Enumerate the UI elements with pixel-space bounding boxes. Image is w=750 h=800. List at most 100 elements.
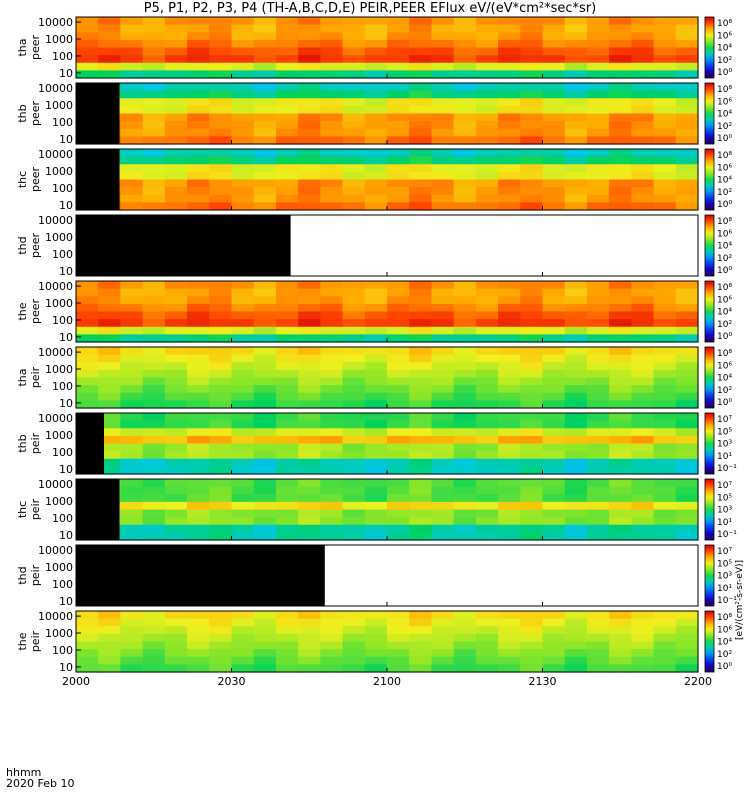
heatmap-cell bbox=[675, 113, 699, 122]
heatmap-cell bbox=[298, 156, 321, 165]
heatmap-cell bbox=[586, 435, 610, 445]
heatmap-cell bbox=[342, 39, 366, 49]
heatmap-cell bbox=[231, 156, 255, 165]
heatmap-cell bbox=[342, 420, 366, 429]
heatmap-cell bbox=[342, 83, 366, 92]
heatmap-cell bbox=[409, 435, 433, 445]
heatmap-cell bbox=[298, 39, 321, 49]
heatmap-cell bbox=[431, 98, 455, 107]
heatmap-cell bbox=[453, 664, 477, 673]
heatmap-cell bbox=[564, 428, 588, 437]
heatmap-cell bbox=[320, 428, 344, 437]
heatmap-cell bbox=[275, 479, 299, 488]
heatmap-cell bbox=[453, 392, 477, 401]
heatmap-cell bbox=[253, 649, 277, 658]
heatmap-cell bbox=[364, 443, 388, 452]
colorbar-tick-label: 10⁷ bbox=[717, 547, 732, 557]
heatmap-cell bbox=[342, 194, 366, 203]
heatmap-cell bbox=[187, 385, 210, 394]
heatmap-cell bbox=[387, 303, 410, 313]
heatmap-cell bbox=[275, 281, 299, 290]
heatmap-cell bbox=[364, 517, 388, 526]
heatmap-cell bbox=[209, 466, 233, 475]
heatmap-cell bbox=[586, 70, 610, 79]
heatmap-cell bbox=[142, 443, 166, 452]
heatmap-cell bbox=[76, 369, 99, 379]
heatmap-cell bbox=[431, 202, 455, 211]
heatmap-cell bbox=[320, 187, 344, 196]
heatmap-cell bbox=[475, 171, 499, 181]
heatmap-cell bbox=[564, 62, 588, 71]
heatmap-cell bbox=[653, 62, 677, 71]
heatmap-cell bbox=[231, 136, 255, 145]
heatmap-cell bbox=[542, 83, 566, 92]
heatmap-cell bbox=[164, 509, 188, 518]
heatmap-cell bbox=[387, 466, 410, 475]
heatmap-cell bbox=[187, 202, 210, 211]
heatmap-cell bbox=[275, 466, 299, 475]
heatmap-cell bbox=[387, 501, 410, 511]
heatmap-cell bbox=[120, 413, 144, 422]
colorbar-tick-label: 10² bbox=[717, 122, 732, 132]
heatmap-cell bbox=[164, 428, 188, 437]
heatmap-cell bbox=[209, 626, 233, 635]
heatmap-cell bbox=[431, 171, 455, 181]
heatmap-cell bbox=[520, 202, 544, 211]
heatmap-cell bbox=[520, 347, 544, 356]
heatmap-cell bbox=[609, 443, 632, 452]
heatmap-cell bbox=[586, 664, 610, 673]
heatmap-cell bbox=[609, 362, 632, 371]
heatmap-cell bbox=[142, 303, 166, 313]
heatmap-cell bbox=[453, 179, 477, 188]
heatmap-cell bbox=[675, 656, 699, 665]
heatmap-cell bbox=[609, 377, 632, 386]
heatmap-cell bbox=[253, 458, 277, 467]
heatmap-cell bbox=[209, 39, 233, 49]
heatmap-cell bbox=[475, 618, 499, 627]
heatmap-cell bbox=[120, 179, 144, 188]
heatmap-cell bbox=[253, 62, 277, 71]
heatmap-cell bbox=[631, 334, 655, 343]
heatmap-cell bbox=[387, 494, 410, 503]
heatmap-cell bbox=[675, 633, 699, 643]
y-tick-label: 1000 bbox=[45, 561, 73, 574]
heatmap-cell bbox=[387, 400, 410, 409]
heatmap-cell bbox=[675, 334, 699, 343]
heatmap-cell bbox=[342, 156, 366, 165]
heatmap-cell bbox=[320, 524, 344, 533]
heatmap-cell bbox=[475, 149, 499, 158]
heatmap-cell bbox=[342, 458, 366, 467]
heatmap-cell bbox=[631, 611, 655, 620]
colorbar-tick-label: 10⁴ bbox=[717, 374, 732, 384]
heatmap-cell bbox=[520, 149, 544, 158]
heatmap-cell bbox=[520, 303, 544, 313]
heatmap-cell bbox=[209, 171, 233, 181]
heatmap-cell bbox=[653, 443, 677, 452]
heatmap-cell bbox=[231, 334, 255, 343]
heatmap-cell bbox=[298, 83, 321, 92]
heatmap-cell bbox=[364, 451, 388, 460]
heatmap-cell bbox=[631, 90, 655, 99]
heatmap-cell bbox=[364, 288, 388, 297]
heatmap-cell bbox=[475, 319, 499, 328]
heatmap-cell bbox=[164, 641, 188, 650]
heatmap-cell bbox=[431, 319, 455, 328]
heatmap-cell bbox=[275, 443, 299, 452]
heatmap-cell bbox=[120, 121, 144, 130]
heatmap-cell bbox=[631, 369, 655, 379]
panel-probe-label: thb bbox=[16, 104, 29, 122]
heatmap-cell bbox=[653, 164, 677, 173]
heatmap-cell bbox=[520, 281, 544, 290]
heatmap-cell bbox=[586, 400, 610, 409]
heatmap-cell bbox=[342, 656, 366, 665]
heatmap-cell bbox=[364, 39, 388, 49]
panel-product-label: peir bbox=[29, 432, 42, 454]
heatmap-cell bbox=[231, 303, 255, 313]
heatmap-cell bbox=[275, 649, 299, 658]
heatmap-cell bbox=[542, 618, 566, 627]
heatmap-cell bbox=[98, 656, 122, 665]
heatmap-cell bbox=[542, 413, 566, 422]
heatmap-cell bbox=[498, 524, 521, 533]
panel-thb-peer: 10000100010010thb peer10⁸10⁶10⁴10²10⁰ bbox=[16, 82, 732, 146]
heatmap-cell bbox=[209, 296, 233, 305]
